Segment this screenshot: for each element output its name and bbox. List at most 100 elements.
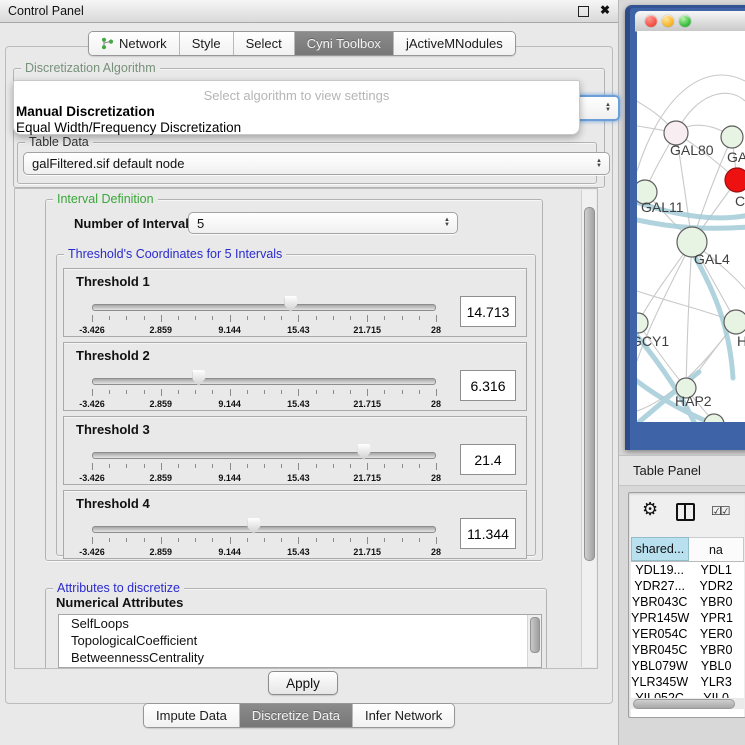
- num-intervals-combo[interactable]: 5 ▲▼: [188, 212, 458, 234]
- table-row[interactable]: YPR145WYPR1: [631, 610, 744, 626]
- threshold-slider[interactable]: -3.4262.8599.14415.4321.71528: [92, 443, 436, 483]
- combo-arrows-icon: ▲▼: [605, 103, 611, 113]
- threshold-value: 14.713: [467, 304, 510, 320]
- table-cell[interactable]: YBR0: [688, 594, 744, 610]
- threshold-value: 21.4: [474, 452, 501, 468]
- numerical-attributes-label: Numerical Attributes: [56, 595, 183, 610]
- table-cell[interactable]: YPR1: [689, 610, 744, 626]
- split-columns-icon[interactable]: [676, 503, 695, 521]
- table-row[interactable]: YBR045CYBR0: [631, 642, 744, 658]
- attributes-list[interactable]: SelfLoopsTopologicalCoefficientBetweenne…: [58, 614, 542, 668]
- zoom-traffic-light-icon[interactable]: [679, 15, 691, 27]
- tab-cyni-toolbox[interactable]: Cyni Toolbox: [295, 32, 394, 55]
- interval-definition-group: Interval Definition Number of Intervals …: [45, 199, 543, 561]
- num-intervals-value: 5: [197, 216, 204, 231]
- settings-viewport: Interval Definition Number of Intervals …: [14, 188, 598, 669]
- table-row[interactable]: YLR345WYLR3: [631, 674, 744, 690]
- slider-track[interactable]: [92, 304, 436, 311]
- tab-style[interactable]: Style: [180, 32, 234, 55]
- table-row[interactable]: YDR27...YDR2: [631, 578, 744, 594]
- threshold-label: Threshold 4: [76, 496, 150, 511]
- node-table[interactable]: shared... na YDL19...YDL1YDR27...YDR2YBR…: [631, 537, 744, 717]
- table-row[interactable]: YDL19...YDL1: [631, 562, 744, 578]
- apply-button[interactable]: Apply: [268, 671, 338, 695]
- minimize-traffic-light-icon[interactable]: [662, 15, 674, 27]
- table-cell[interactable]: YBR045C: [631, 642, 688, 658]
- attribute-list-item[interactable]: BetweennessCentrality: [59, 649, 541, 666]
- slider-ticks: [92, 537, 436, 546]
- network-view-window: GAL80 GA C GAL11 GAL4 GCY1 H HAP2: [625, 5, 745, 450]
- tab-select[interactable]: Select: [234, 32, 295, 55]
- close-icon[interactable]: ✖: [600, 3, 610, 17]
- list-scrollbar[interactable]: [527, 615, 541, 667]
- network-graph-icon: [101, 37, 114, 50]
- right-region: GAL80 GA C GAL11 GAL4 GCY1 H HAP2 Table …: [619, 0, 745, 745]
- table-cell[interactable]: YLR3: [688, 674, 744, 690]
- slider-scale-labels: -3.4262.8599.14415.4321.71528: [92, 399, 436, 409]
- table-row[interactable]: YER054CYER0: [631, 626, 744, 642]
- tab-impute-data[interactable]: Impute Data: [144, 704, 240, 727]
- dropdown-item-equal-width[interactable]: Equal Width/Frequency Discretization: [16, 120, 241, 135]
- tab-jactivemnodules[interactable]: jActiveMNodules: [394, 32, 515, 55]
- threshold-value-field[interactable]: 11.344: [460, 518, 516, 549]
- combo-arrows-icon: ▲▼: [596, 159, 602, 169]
- table-cell[interactable]: YDR27...: [631, 578, 688, 594]
- network-node: [704, 414, 724, 422]
- table-data-combo[interactable]: galFiltered.sif default node ▲▼: [23, 152, 610, 175]
- threshold-panel: Threshold 1 -3.4262.8599.14415.4321.7152…: [63, 268, 527, 337]
- table-hscrollbar-thumb[interactable]: [633, 699, 735, 709]
- settings-scrollbar[interactable]: [581, 190, 596, 667]
- panel-title: Control Panel: [8, 4, 84, 18]
- threshold-value-field[interactable]: 14.713: [460, 296, 516, 327]
- attribute-list-item[interactable]: TopologicalCoefficient: [59, 632, 541, 649]
- dropdown-item-manual[interactable]: Manual Discretization: [16, 104, 155, 119]
- table-panel-bar: Table Panel: [619, 455, 745, 486]
- slider-scale-labels: -3.4262.8599.14415.4321.71528: [92, 473, 436, 483]
- table-cell[interactable]: YBR0: [688, 642, 744, 658]
- column-header-shared-name[interactable]: shared...: [631, 537, 689, 561]
- algorithm-group-title: Discretization Algorithm: [21, 61, 160, 75]
- table-header-row: shared... na: [631, 537, 744, 562]
- column-header-name[interactable]: na: [689, 537, 744, 561]
- network-canvas[interactable]: GAL80 GA C GAL11 GAL4 GCY1 H HAP2: [637, 31, 745, 422]
- tab-network[interactable]: Network: [89, 32, 180, 55]
- settings-scrollbar-thumb[interactable]: [584, 207, 595, 561]
- attributes-list-items: SelfLoopsTopologicalCoefficientBetweenne…: [59, 615, 541, 666]
- thresholds-group: Threshold's Coordinates for 5 Intervals …: [56, 254, 536, 556]
- table-cell[interactable]: YBR043C: [631, 594, 688, 610]
- close-traffic-light-icon[interactable]: [645, 15, 657, 27]
- table-cell[interactable]: YLR345W: [631, 674, 688, 690]
- slider-track[interactable]: [92, 378, 436, 385]
- table-cell[interactable]: YPR145W: [631, 610, 689, 626]
- network-window-titlebar: [635, 11, 745, 32]
- threshold-slider[interactable]: -3.4262.8599.14415.4321.71528: [92, 369, 436, 409]
- table-row[interactable]: YBR043CYBR0: [631, 594, 744, 610]
- gear-icon[interactable]: ⚙: [642, 499, 658, 520]
- list-scrollbar-thumb[interactable]: [530, 617, 540, 653]
- table-cell[interactable]: YDL19...: [631, 562, 688, 578]
- table-cell[interactable]: YDL1: [688, 562, 744, 578]
- table-hscrollbar[interactable]: [631, 698, 744, 709]
- table-row[interactable]: YBL079WYBL0: [631, 658, 744, 674]
- slider-scale-labels: -3.4262.8599.14415.4321.71528: [92, 547, 436, 557]
- table-cell[interactable]: YBL079W: [631, 658, 688, 674]
- attribute-list-item[interactable]: SelfLoops: [59, 615, 541, 632]
- slider-track[interactable]: [92, 452, 436, 459]
- threshold-value-field[interactable]: 6.316: [460, 370, 516, 401]
- table-cell[interactable]: YER054C: [631, 626, 688, 642]
- top-tab-bar: Network Style Select Cyni Toolbox jActiv…: [88, 31, 516, 56]
- table-cell[interactable]: YER0: [688, 626, 744, 642]
- slider-ticks: [92, 389, 436, 398]
- select-columns-checkboxes-icon[interactable]: ☑☑: [711, 504, 729, 518]
- table-cell[interactable]: YBL0: [688, 658, 744, 674]
- tab-discretize-data[interactable]: Discretize Data: [240, 704, 353, 727]
- table-cell[interactable]: YDR2: [688, 578, 744, 594]
- threshold-value-field[interactable]: 21.4: [460, 444, 516, 475]
- tab-infer-network[interactable]: Infer Network: [353, 704, 454, 727]
- node-label: GAL11: [641, 199, 684, 215]
- float-icon[interactable]: [578, 6, 589, 17]
- threshold-value: 11.344: [467, 526, 509, 542]
- threshold-slider[interactable]: -3.4262.8599.14415.4321.71528: [92, 295, 436, 335]
- slider-track[interactable]: [92, 526, 436, 533]
- threshold-slider[interactable]: -3.4262.8599.14415.4321.71528: [92, 517, 436, 557]
